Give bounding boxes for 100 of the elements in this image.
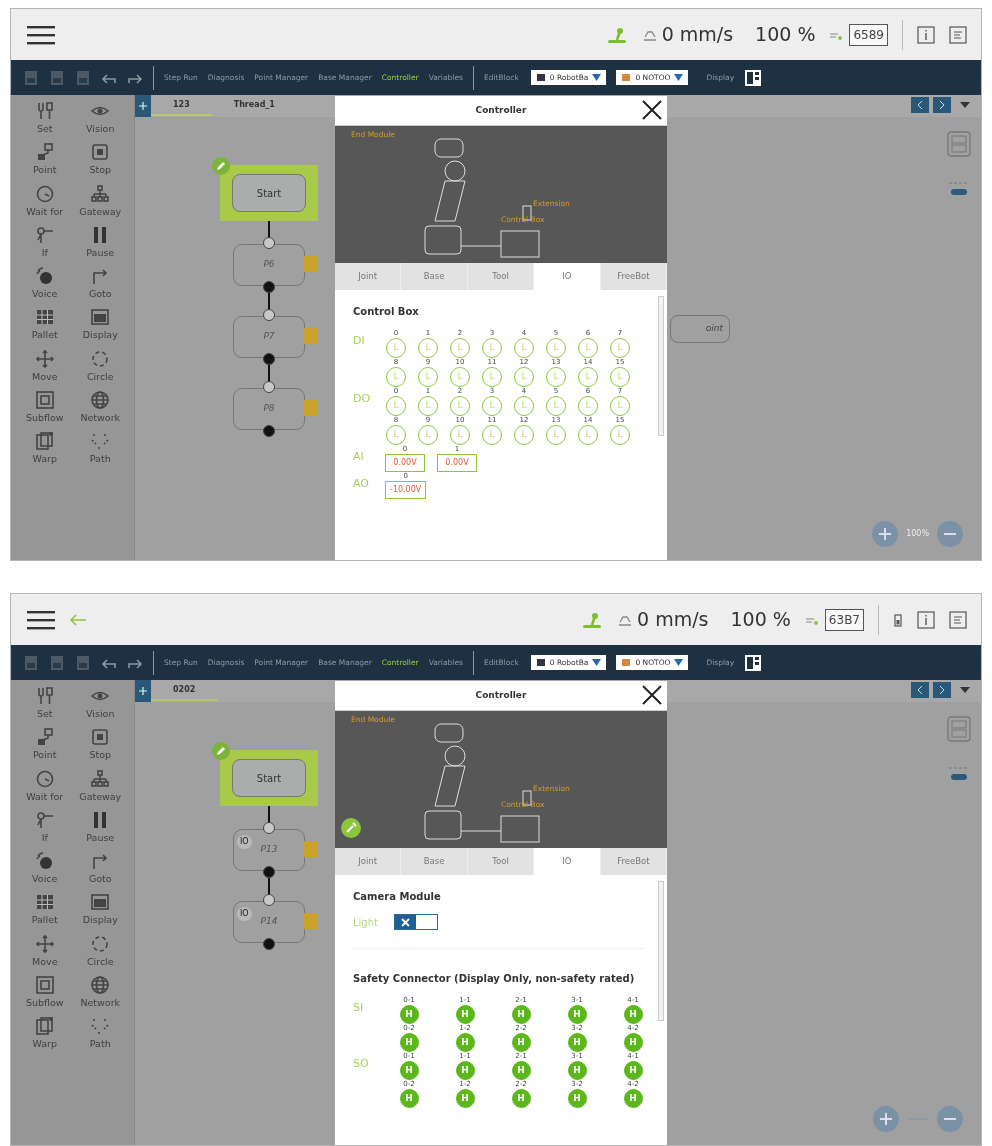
toolbox-item[interactable]: Display [72,890,128,930]
toolbox-item[interactable]: If [17,222,73,262]
caret-icon [592,659,602,666]
menu-icon[interactable] [27,23,55,46]
io-group-label: SO [353,1056,370,1072]
dotted-path-icon [90,431,111,451]
caret-icon [674,74,684,81]
start-node[interactable]: Start [232,174,306,212]
left-arrow-button[interactable] [911,97,929,113]
right-arrow-button[interactable] [933,682,951,698]
stop-icon [90,727,111,748]
toolbox-item[interactable]: Set [17,684,73,724]
info-icon[interactable] [917,610,935,629]
zoom-out-button[interactable] [937,521,963,547]
flow-tab[interactable]: Thread_1 [211,96,297,116]
io-group-label: SI [353,1000,365,1016]
save-as-icon[interactable] [49,69,65,86]
dialog-tab[interactable]: IO [534,263,601,290]
wrench-badge-icon[interactable] [341,818,361,838]
toolbox-item[interactable]: Circle [72,931,128,971]
split-panel-icon[interactable] [744,653,763,672]
toolbox-item[interactable]: Move [17,346,73,386]
zoom-out-button[interactable] [937,1106,963,1132]
toolbox-item[interactable]: Path [72,1014,128,1054]
split-panel-icon[interactable] [744,68,763,87]
toolbox-item[interactable]: Pallet [17,305,73,345]
toolbox-item[interactable]: Move [17,931,73,971]
close-button[interactable] [641,99,663,121]
move-icon [34,348,55,369]
flow-tab[interactable]: 0202 [151,681,218,701]
notes-icon[interactable] [949,25,967,44]
toolbox-item[interactable]: Point [17,140,73,180]
toolbox-item[interactable]: Gateway [72,181,128,221]
toolbox-item[interactable]: Network [72,972,128,1012]
close-button[interactable] [641,684,663,706]
toolbox-item[interactable]: Vision [72,684,128,724]
light-switch[interactable] [393,914,438,930]
toolbox-item[interactable]: Voice [17,264,73,304]
clock-icon [34,768,55,789]
io-group-label: AO [353,476,370,492]
document-icon[interactable] [75,654,91,671]
io-state-indicator: H [455,1033,475,1052]
right-arrow-button[interactable] [933,97,951,113]
caret-icon [592,74,602,81]
toolbox-item[interactable]: Stop [72,140,128,180]
plus-icon [139,102,147,110]
robot-icon [535,658,546,667]
status-marker [304,913,317,929]
status-marker [304,841,317,857]
add-tab-button[interactable] [135,680,151,702]
toolbox-item[interactable]: Goto [72,264,128,304]
start-node[interactable]: Start [232,759,306,797]
status-marker [304,400,317,416]
toolbox-item[interactable]: Pause [72,807,128,847]
notes-icon[interactable] [949,610,967,629]
analog-value: 0.00V [385,454,425,472]
save-as-icon[interactable] [49,654,65,671]
flow-tab[interactable]: 123 [151,96,212,116]
save-icon[interactable] [23,654,39,671]
toolbox-item[interactable]: Wait for [17,766,73,806]
toolbox-item[interactable]: Display [72,305,128,345]
toolbox-item[interactable]: Stop [72,725,128,765]
toolbox-item[interactable]: Set [17,99,73,139]
branch-icon [34,224,55,245]
back-arrow-icon[interactable] [69,612,87,627]
toolbox-item[interactable]: Voice [17,849,73,889]
input-port [263,822,275,834]
toolbox-item[interactable]: Pause [72,222,128,262]
document-icon[interactable] [75,69,91,86]
save-icon[interactable] [23,69,39,86]
toolbox-item[interactable]: Gateway [72,766,128,806]
toolbox-item[interactable]: Network [72,387,128,427]
menu-icon[interactable] [27,608,55,631]
joystick-icon [581,610,604,629]
toolbox-item[interactable]: If [17,807,73,847]
caret-icon [674,659,684,666]
toolbox-item[interactable]: Goto [72,849,128,889]
io-state-indicator: H [399,1005,419,1024]
zoom-in-button[interactable] [873,1106,899,1132]
flow-node[interactable]: oint [670,315,730,343]
toolbox-item[interactable]: Subflow [17,387,73,427]
zoom-in-button[interactable] [872,521,899,547]
toolbox-item[interactable]: Vision [72,99,128,139]
info-icon[interactable] [917,25,935,44]
left-arrow-button[interactable] [911,682,929,698]
pencil-icon[interactable] [212,157,230,175]
toolbox-item[interactable]: Wait for [17,181,73,221]
toolbox-item[interactable]: Subflow [17,972,73,1012]
toolbox-item[interactable]: Warp [17,1014,73,1054]
io-state-indicator: H [623,1089,643,1108]
toolbox-item[interactable]: Path [72,429,128,469]
pencil-icon[interactable] [212,742,230,760]
dialog-tab[interactable]: IO [534,848,601,875]
toolbox-item[interactable]: Point [17,725,73,765]
section-title: Camera Module [353,890,442,904]
toolbox-item[interactable]: Circle [72,346,128,386]
connector-line [268,878,270,894]
toolbox-item[interactable]: Warp [17,429,73,469]
toolbox-item[interactable]: Pallet [17,890,73,930]
add-tab-button[interactable] [135,95,151,117]
